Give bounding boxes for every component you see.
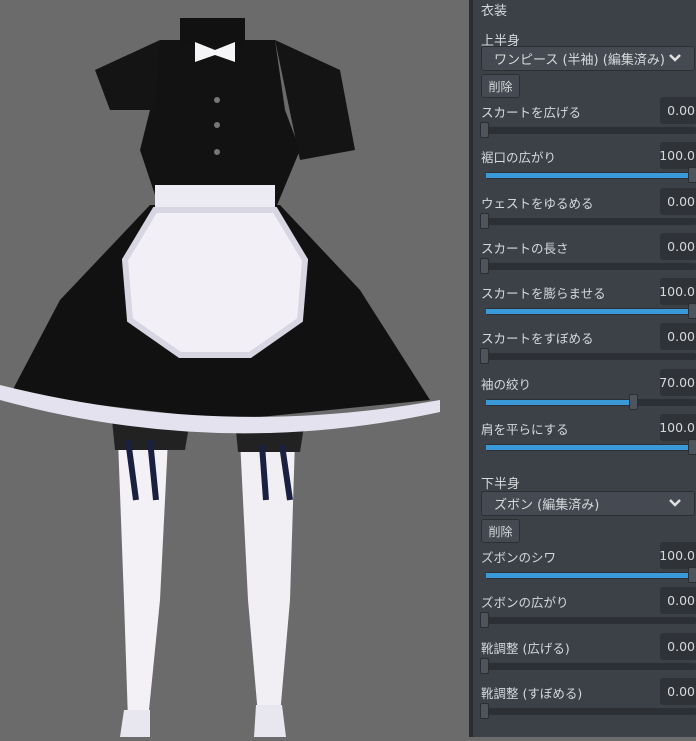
maid-outfit-model xyxy=(0,18,440,737)
slider-value-input[interactable]: 0.00 xyxy=(660,587,696,615)
slider-handle[interactable] xyxy=(480,122,489,138)
slider-fill xyxy=(486,399,633,405)
slider-value-input[interactable]: 100.0 xyxy=(660,278,696,306)
slider-value-input[interactable]: 0.00 xyxy=(660,97,696,124)
slider-label: ズボンの広がり xyxy=(481,595,569,611)
left-shoe xyxy=(120,710,150,737)
slider-handle[interactable] xyxy=(629,393,638,410)
slider-handle[interactable] xyxy=(688,167,696,184)
slider-label: スカートを膨らませる xyxy=(481,286,606,302)
upper-sliders: スカートを広げる 0.00 裾口の広がり 100.0 ウェストをゆるめる 0.00 スカート… xyxy=(473,97,696,459)
left-stocking xyxy=(118,440,168,720)
slider-value-input[interactable]: 100.0 xyxy=(660,542,696,569)
slider-track[interactable] xyxy=(486,439,696,456)
lower-sliders: ズボンのシワ 100.0 ズボンの広がり 0.00 靴調整 (広げる) 0.00 靴調整 (… xyxy=(473,542,696,723)
right-shoe xyxy=(254,705,286,737)
slider-label: 袖の絞り xyxy=(481,376,532,392)
upper-body-dropdown[interactable]: ワンピース (半袖) (編集済み) xyxy=(481,46,695,71)
slider-row: 裾口の広がり 100.0 xyxy=(473,142,696,187)
slider-handle[interactable] xyxy=(688,567,696,583)
slider-value-input[interactable]: 0.00 xyxy=(660,187,696,215)
upper-body-selected: ワンピース (半袖) (編集済み) xyxy=(494,53,665,68)
slider-track[interactable] xyxy=(480,122,696,138)
slider-track[interactable] xyxy=(480,348,696,365)
left-sleeve xyxy=(95,40,160,110)
3d-viewport[interactable] xyxy=(0,0,469,737)
slider-handle[interactable] xyxy=(480,212,489,229)
slider-track[interactable] xyxy=(480,212,696,229)
slider-handle[interactable] xyxy=(480,348,489,365)
slider-value-input[interactable]: 100.0 xyxy=(660,414,696,442)
slider-track[interactable] xyxy=(480,702,696,719)
slider-track[interactable] xyxy=(486,303,696,320)
lower-body-dropdown[interactable]: ズボン (編集済み) xyxy=(481,491,695,516)
slider-track[interactable] xyxy=(480,612,696,629)
slider-fill xyxy=(486,445,696,451)
chevron-down-icon xyxy=(669,499,681,507)
slider-label: 裾口の広がり xyxy=(481,150,557,166)
apron-waistband xyxy=(155,185,275,210)
slider-row: ウェストをゆるめる 0.00 xyxy=(473,187,696,233)
slider-value-input[interactable]: 70.00 xyxy=(660,368,696,396)
slider-label: スカートをすぼめる xyxy=(481,331,594,347)
slider-fill xyxy=(486,573,696,578)
slider-label: ズボンのシワ xyxy=(481,550,557,565)
panel-title: 衣装 xyxy=(481,4,508,19)
upper-delete-button[interactable]: 削除 xyxy=(481,74,520,98)
chevron-down-icon xyxy=(669,54,681,62)
slider-track[interactable] xyxy=(486,567,696,583)
slider-row: スカートを広げる 0.00 xyxy=(473,97,696,142)
slider-row: 肩を平らにする 100.0 xyxy=(473,414,696,459)
slider-row: スカートをすぼめる 0.00 xyxy=(473,323,696,368)
lower-body-selected: ズボン (編集済み) xyxy=(494,498,600,513)
slider-label: スカートを広げる xyxy=(481,105,582,120)
slider-fill xyxy=(486,309,696,315)
slider-handle[interactable] xyxy=(688,439,696,456)
neck xyxy=(180,18,245,45)
slider-label: 肩を平らにする xyxy=(481,422,569,438)
slider-handle[interactable] xyxy=(688,303,696,320)
slider-handle[interactable] xyxy=(480,257,489,274)
slider-row: 靴調整 (すぼめる) 0.00 xyxy=(473,677,696,723)
apron xyxy=(121,207,309,358)
slider-track[interactable] xyxy=(486,167,696,184)
slider-label: 靴調整 (広げる) xyxy=(481,640,570,656)
slider-value-input[interactable]: 0.00 xyxy=(660,323,696,351)
slider-track[interactable] xyxy=(480,657,696,674)
lower-delete-button[interactable]: 削除 xyxy=(481,519,520,543)
slider-label: ウェストをゆるめる xyxy=(481,195,594,211)
slider-handle[interactable] xyxy=(480,612,489,629)
slider-label: スカートの長さ xyxy=(481,240,569,256)
slider-value-input[interactable]: 0.00 xyxy=(660,632,696,660)
slider-label: 靴調整 (すぼめる) xyxy=(481,685,583,701)
slider-value-input[interactable]: 0.00 xyxy=(660,232,696,260)
slider-row: ズボンのシワ 100.0 xyxy=(473,542,696,587)
slider-row: 袖の絞り 70.00 xyxy=(473,368,696,414)
slider-fill xyxy=(486,173,696,179)
slider-row: スカートの長さ 0.00 xyxy=(473,232,696,278)
lower-body-heading: 下半身 xyxy=(481,477,521,492)
slider-track[interactable] xyxy=(480,257,696,274)
slider-row: ズボンの広がり 0.00 xyxy=(473,587,696,632)
slider-value-input[interactable]: 100.0 xyxy=(660,142,696,170)
slider-value-input[interactable]: 0.00 xyxy=(660,677,696,705)
slider-handle[interactable] xyxy=(480,702,489,719)
slider-handle[interactable] xyxy=(480,657,489,674)
slider-row: 靴調整 (広げる) 0.00 xyxy=(473,632,696,678)
costume-settings-panel: 衣装 上半身 ワンピース (半袖) (編集済み) 削除 スカートを広げる 0.00… xyxy=(469,0,696,737)
slider-row: スカートを膨らませる 100.0 xyxy=(473,278,696,323)
slider-track[interactable] xyxy=(486,393,696,410)
